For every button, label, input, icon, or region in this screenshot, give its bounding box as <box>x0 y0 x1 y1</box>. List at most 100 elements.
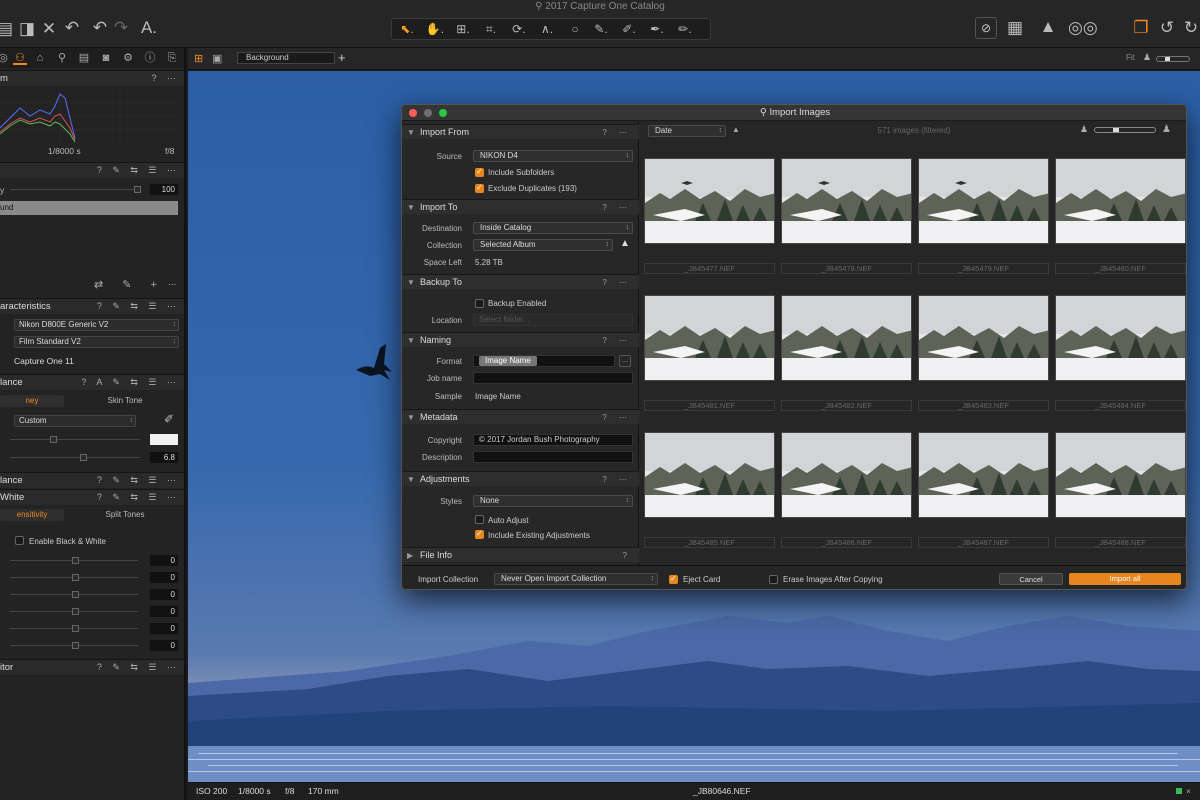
tab-lens-icon[interactable]: ⚲ <box>55 51 69 65</box>
select-tool-icon[interactable]: ⬉. <box>394 21 420 37</box>
spot-tool-icon[interactable]: ○ <box>562 21 588 37</box>
tab-color-icon[interactable]: ⚇ <box>13 51 27 65</box>
exposure-warning-icon[interactable]: ⊘ <box>975 17 997 39</box>
source-select[interactable]: NIKON D4 <box>473 150 633 162</box>
add-tab-icon[interactable]: + <box>338 50 346 65</box>
metadata-menu-icon[interactable]: ? ⋯ <box>602 410 632 425</box>
backup-enabled-checkbox[interactable] <box>475 299 484 308</box>
status-close-icon[interactable]: × <box>1186 783 1191 800</box>
histogram-header[interactable]: m ? ⋯ <box>0 70 184 86</box>
erase-images-checkbox[interactable] <box>769 575 778 584</box>
maximize-window-button[interactable] <box>439 109 447 117</box>
tab-details-icon[interactable]: ◙ <box>99 51 113 65</box>
tab-bw-sensitivity[interactable]: ensitivity <box>0 509 64 521</box>
include-subfolders-checkbox[interactable] <box>475 167 484 177</box>
kelvin-slider[interactable] <box>10 436 140 443</box>
styles-select[interactable]: None <box>473 495 633 507</box>
copyright-field[interactable]: © 2017 Jordan Bush Photography <box>473 434 633 446</box>
rotate-tool-icon[interactable]: ⟳. <box>506 21 532 37</box>
keystone-tool-icon[interactable]: ∧. <box>534 21 560 37</box>
bw-slider-5[interactable] <box>10 625 138 632</box>
tool-menu-icon[interactable]: ? ⋯ <box>151 71 180 86</box>
cb-tools-icon[interactable]: ? ✎ ⇆ ☰ ⋯ <box>97 473 180 488</box>
naming-header[interactable]: ▼ Naming ? ⋯ <box>402 332 639 347</box>
base-char-tools-icon[interactable]: ? ✎ ⇆ ☰ ⋯ <box>97 299 180 314</box>
opacity-slider[interactable] <box>10 186 141 193</box>
base-characteristics-header[interactable]: aracteristics ? ✎ ⇆ ☰ ⋯ <box>0 298 184 314</box>
minimize-window-button[interactable] <box>424 109 432 117</box>
opacity-value[interactable]: 100 <box>150 184 178 195</box>
icc-profile-select[interactable]: Nikon D800E Generic V2 <box>14 319 179 331</box>
grid-icon[interactable]: ▦ <box>1004 18 1026 38</box>
import-to-menu-icon[interactable]: ? ⋯ <box>602 200 632 215</box>
thumbnail-image[interactable] <box>644 295 775 381</box>
thumbnail-image[interactable] <box>781 295 912 381</box>
tab-library-icon[interactable]: ◎ <box>0 51 10 65</box>
format-more-button[interactable]: … <box>619 355 631 367</box>
thumbnail-size-slider[interactable] <box>1094 127 1156 133</box>
reset-icon[interactable]: ↺ <box>1156 18 1178 38</box>
picker-tool-icon[interactable]: ✐. <box>616 21 642 37</box>
multi-view-icon[interactable]: ⊞ <box>194 52 203 65</box>
eraser-tool-icon[interactable]: ✏. <box>672 21 698 37</box>
close-window-button[interactable] <box>409 109 417 117</box>
tab-wb-neutral[interactable]: ney <box>0 395 64 407</box>
file-info-header[interactable]: ▶ File Info? <box>402 547 639 562</box>
thumbnail-image[interactable] <box>781 432 912 518</box>
color-balance-header[interactable]: lance ? ✎ ⇆ ☰ ⋯ <box>0 472 184 488</box>
import-all-button[interactable]: Import all <box>1069 573 1181 585</box>
copy-adjustments-icon[interactable]: ❐ <box>1130 18 1152 38</box>
file-info-help-icon[interactable]: ? <box>623 548 632 563</box>
loupe-tool-icon[interactable]: ⊞. <box>450 21 476 37</box>
wb-tools-icon[interactable]: ? A ✎ ⇆ ☰ ⋯ <box>81 375 180 390</box>
adjustments-menu-icon[interactable]: ? ⋯ <box>602 472 632 487</box>
layer-more-icon[interactable]: ⋯ <box>168 279 177 290</box>
bw-value-1[interactable]: 0 <box>150 555 178 566</box>
bw-slider-2[interactable] <box>10 574 138 581</box>
white-balance-header[interactable]: lance ? A ✎ ⇆ ☰ ⋯ <box>0 374 184 390</box>
adjustments-header[interactable]: ▼ Adjustments ? ⋯ <box>402 471 639 486</box>
delete-icon[interactable]: ✕ <box>38 19 60 39</box>
thumbnail-image[interactable] <box>644 432 775 518</box>
enable-bw-checkbox[interactable] <box>15 536 24 545</box>
layers-header[interactable]: ? ✎ ⇆ ☰ ⋯ <box>0 162 184 178</box>
include-existing-checkbox[interactable] <box>475 529 484 539</box>
layers-tools-icon[interactable]: ? ✎ ⇆ ☰ ⋯ <box>97 163 180 178</box>
format-field[interactable]: Image Name <box>473 355 615 367</box>
tab-output-icon[interactable]: ⎘ <box>165 51 179 65</box>
tint-slider[interactable] <box>10 454 140 461</box>
import-to-header[interactable]: ▼ Import To ? ⋯ <box>402 199 639 214</box>
metadata-header[interactable]: ▼ Metadata ? ⋯ <box>402 409 639 424</box>
undo-alt-icon[interactable]: ↶ <box>89 18 111 38</box>
naming-menu-icon[interactable]: ? ⋯ <box>602 333 632 348</box>
import-collection-select[interactable]: Never Open Import Collection <box>494 573 658 585</box>
bw-value-5[interactable]: 0 <box>150 623 178 634</box>
single-view-icon[interactable]: ▣ <box>212 52 222 65</box>
bw-tools-icon[interactable]: ? ✎ ⇆ ☰ ⋯ <box>97 490 180 505</box>
bw-slider-1[interactable] <box>10 557 138 564</box>
zoom-fit-label[interactable]: Fit <box>1126 53 1135 62</box>
exclude-duplicates-checkbox[interactable] <box>475 183 484 193</box>
thumbnail-image[interactable] <box>1055 158 1186 244</box>
wb-mode-select[interactable]: Custom <box>14 415 136 427</box>
thumbnail-image[interactable] <box>644 158 775 244</box>
destination-select[interactable]: Inside Catalog <box>473 222 633 234</box>
export-icon[interactable]: ◨ <box>16 19 38 39</box>
undo-icon[interactable]: ↶ <box>61 18 83 38</box>
layer-actions-icon[interactable]: ⇄ ✎ + <box>94 278 165 291</box>
proof-icon[interactable]: ◎◎ <box>1068 18 1098 38</box>
auto-adjust-icon[interactable]: A. <box>138 18 160 38</box>
description-field[interactable] <box>473 451 633 463</box>
collection-select[interactable]: Selected Album <box>473 239 613 251</box>
tab-exposure-icon[interactable]: ⌂ <box>33 51 47 65</box>
bw-slider-6[interactable] <box>10 642 138 649</box>
thumbnail-image[interactable] <box>1055 432 1186 518</box>
auto-adjust-checkbox[interactable] <box>475 515 484 524</box>
import-icon[interactable]: ▤ <box>0 19 16 39</box>
thumbnail-image[interactable] <box>781 158 912 244</box>
redo-icon[interactable]: ↷ <box>110 18 132 38</box>
eject-card-checkbox[interactable] <box>669 574 678 584</box>
format-token[interactable]: Image Name <box>479 356 537 366</box>
import-from-menu-icon[interactable]: ? ⋯ <box>602 125 632 140</box>
bw-slider-4[interactable] <box>10 608 138 615</box>
